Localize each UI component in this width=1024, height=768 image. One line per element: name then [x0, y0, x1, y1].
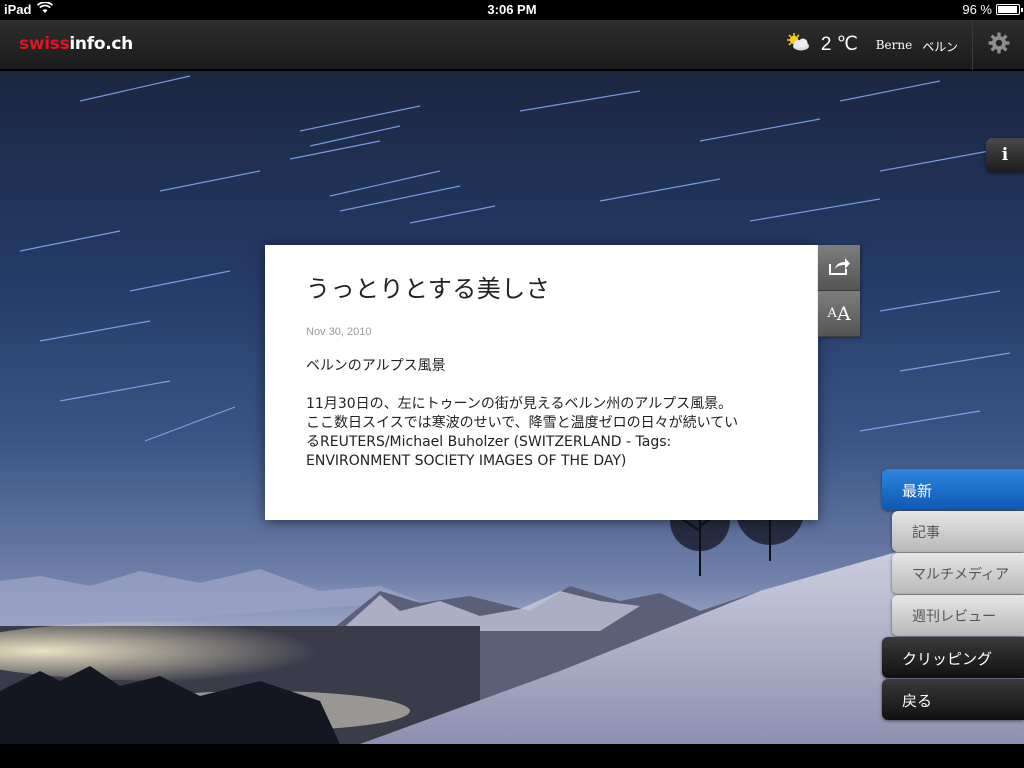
settings-button[interactable] [972, 20, 1024, 70]
battery-icon [996, 4, 1023, 15]
status-bar: iPad 3:06 PM 96 % [0, 0, 1024, 20]
logo-red-part: swiss [19, 34, 70, 54]
article-toolbar: AA [818, 245, 860, 337]
temperature: 2 ℃ [820, 33, 858, 55]
article-subtitle: ベルンのアルプス風景 [306, 358, 446, 374]
partly-sunny-icon [785, 32, 811, 56]
weather-widget[interactable]: 2 ℃ [785, 32, 858, 56]
article-body: 11月30日の、左にトゥーンの街が見えるベルン州のアルプス風景。ここ数日スイスで… [306, 396, 739, 469]
logo-white-part: info.ch [69, 34, 133, 54]
info-button[interactable]: i [986, 138, 1024, 172]
back-button[interactable]: 戻る [882, 679, 1024, 720]
city-japanese: ベルン [922, 40, 958, 54]
bottom-bar [0, 744, 1024, 768]
font-big-glyph: A [836, 302, 851, 325]
nav-item-articles[interactable]: 記事 [892, 511, 1024, 552]
section-nav: 最新 記事 マルチメディア 週刊レビュー クリッピング 戻る [882, 469, 1024, 721]
nav-item-multimedia[interactable]: マルチメディア [892, 553, 1024, 594]
nav-item-clipping[interactable]: クリッピング [882, 637, 1024, 678]
font-size-button[interactable]: AA [818, 291, 860, 337]
nav-item-latest[interactable]: 最新 [882, 469, 1024, 510]
nav-item-weekly-review[interactable]: 週刊レビュー [892, 595, 1024, 636]
share-icon [827, 256, 851, 280]
city-label[interactable]: Berne ベルン [876, 38, 958, 55]
battery-percent: 96 % [962, 2, 992, 17]
swissinfo-logo[interactable]: swissinfo.ch [19, 34, 133, 54]
app-header: swissinfo.ch 2 ℃ Berne ベルン [0, 20, 1024, 70]
share-button[interactable] [818, 245, 860, 291]
clock: 3:06 PM [487, 2, 537, 17]
font-small-glyph: A [827, 306, 837, 321]
city-latin: Berne [875, 38, 913, 52]
article-title: うっとりとする美しさ [306, 275, 551, 303]
gear-icon [988, 32, 1010, 58]
article-date: Nov 30, 2010 [306, 326, 372, 338]
article-card: うっとりとする美しさ Nov 30, 2010 ベルンのアルプス風景 11月30… [265, 245, 818, 520]
